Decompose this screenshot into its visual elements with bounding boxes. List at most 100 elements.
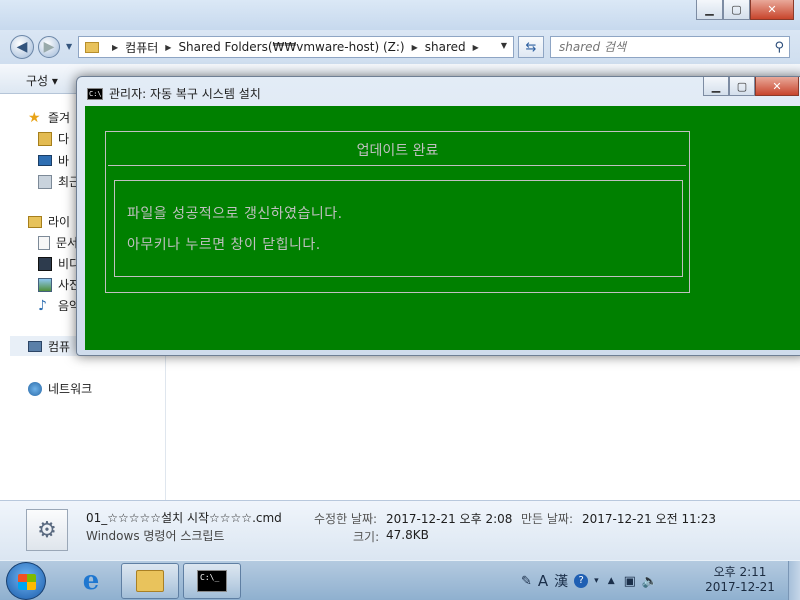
cmd-maximize-button[interactable]: ▢: [729, 77, 755, 96]
show-hidden-icons-icon[interactable]: ▲: [608, 576, 615, 586]
address-dropdown-icon[interactable]: ▼: [501, 41, 507, 50]
refresh-icon: ⇆: [525, 39, 537, 55]
documents-icon: [38, 235, 50, 250]
details-pane: ⚙ 01_☆☆☆☆☆설치 시작☆☆☆☆.cmd Windows 명령어 스크립트…: [0, 500, 800, 560]
nav-computer-label: 컴퓨: [48, 339, 71, 354]
clock-date: 2017-12-21: [705, 580, 775, 594]
breadcrumb-shared-folders[interactable]: Shared Folders(₩₩vmware-host) (Z:): [178, 40, 404, 54]
hanja-icon[interactable]: 漢: [554, 571, 568, 591]
music-note-icon: ♪: [38, 297, 47, 314]
internet-explorer-icon: e: [82, 566, 100, 596]
nav-pictures[interactable]: 사진: [38, 276, 80, 293]
taskbar-command-prompt[interactable]: C:\_: [183, 563, 241, 599]
refresh-button[interactable]: ⇆: [518, 36, 544, 58]
downloads-folder-icon: [38, 131, 52, 146]
update-complete-title: 업데이트 완료: [356, 143, 439, 159]
taskbar-internet-explorer[interactable]: e: [62, 563, 120, 599]
nav-network-label: 네트워크: [48, 382, 93, 396]
videos-icon: [38, 256, 52, 271]
nav-recent[interactable]: 최근: [38, 173, 80, 190]
language-bar-icon[interactable]: ✎: [521, 574, 532, 589]
computer-icon: [28, 340, 42, 352]
nav-downloads-label: 다: [58, 132, 70, 146]
nav-network[interactable]: 네트워크: [28, 380, 92, 397]
windows-logo-lower-icon: [18, 582, 36, 590]
minimize-button[interactable]: ▁: [696, 0, 723, 20]
help-icon[interactable]: ?: [574, 574, 589, 588]
recent-places-icon: [38, 174, 52, 189]
nav-documents[interactable]: 문서: [38, 234, 78, 251]
chevron-right-icon[interactable]: ▶: [112, 43, 118, 52]
console-area[interactable]: 업데이트 완료 파일을 성공적으로 갱신하였습니다. 아무키나 누르면 창이 닫…: [85, 106, 800, 350]
details-modified-value: 2017-12-21 오후 2:08: [386, 512, 513, 526]
network-status-icon[interactable]: ▣: [624, 574, 636, 589]
search-input[interactable]: [559, 40, 759, 54]
show-desktop-button[interactable]: [788, 561, 800, 600]
cmd-window: C:\ 관리자: 자동 복구 시스템 설치 ▁ ▢ ✕ 업데이트 완료 파일을 …: [76, 76, 800, 356]
folder-icon: [85, 41, 99, 53]
volume-icon[interactable]: 🔈: [642, 574, 658, 589]
search-icon[interactable]: ⚲: [774, 40, 784, 55]
nav-favorites-label: 즐겨: [48, 111, 71, 125]
breadcrumb-computer[interactable]: 컴퓨터: [125, 39, 158, 56]
back-button[interactable]: ◀: [10, 35, 34, 59]
command-prompt-icon: C:\_: [197, 570, 227, 592]
clock-time: 오후 2:11: [713, 565, 767, 579]
cmd-caption-buttons: ▁ ▢ ✕: [703, 77, 799, 96]
title-divider: [108, 165, 686, 166]
cmd-icon: C:\: [87, 87, 103, 100]
folder-icon: [136, 570, 164, 592]
cmd-titlebar: C:\ 관리자: 자동 복구 시스템 설치: [87, 85, 261, 102]
libraries-icon: [28, 215, 42, 228]
star-icon: ★: [28, 109, 41, 126]
update-complete-frame: 업데이트 완료 파일을 성공적으로 갱신하였습니다. 아무키나 누르면 창이 닫…: [105, 131, 690, 293]
nav-desktop-label: 바: [58, 154, 70, 168]
breadcrumb-shared[interactable]: shared: [425, 40, 466, 54]
explorer-titlebar: ▁ ▢ ✕: [0, 0, 800, 30]
address-bar[interactable]: ▶ 컴퓨터 ▶ Shared Folders(₩₩vmware-host) (Z…: [78, 36, 514, 58]
chevron-right-icon[interactable]: ▶: [165, 43, 171, 52]
clock[interactable]: 오후 2:11 2017-12-21: [700, 565, 780, 595]
details-filename: 01_☆☆☆☆☆설치 시작☆☆☆☆.cmd: [86, 511, 282, 525]
details-size-label: 크기:: [353, 530, 380, 544]
address-row: ◀ ▶ ▼ ▶ 컴퓨터 ▶ Shared Folders(₩₩vmware-ho…: [0, 30, 800, 64]
chevron-right-icon[interactable]: ▶: [412, 43, 418, 52]
pictures-icon: [38, 277, 52, 292]
message-line-1: 파일을 성공적으로 갱신하였습니다.: [127, 206, 343, 222]
details-created-value: 2017-12-21 오전 11:23: [582, 512, 717, 526]
nav-libraries[interactable]: 라이: [28, 213, 70, 230]
details-filetype: Windows 명령어 스크립트: [86, 529, 225, 543]
cmd-window-title: 관리자: 자동 복구 시스템 설치: [109, 87, 261, 101]
details-modified-label: 수정한 날짜:: [314, 512, 378, 526]
nav-music[interactable]: ♪ 음악: [38, 297, 80, 314]
details-created-label: 만든 날짜:: [521, 512, 574, 526]
language-options-icon[interactable]: ▾: [594, 576, 599, 586]
nav-libraries-label: 라이: [48, 215, 71, 229]
close-button[interactable]: ✕: [750, 0, 794, 20]
network-icon: [28, 381, 42, 396]
cmd-minimize-button[interactable]: ▁: [703, 77, 729, 96]
taskbar-windows-explorer[interactable]: [121, 563, 179, 599]
recent-pages-dropdown-icon[interactable]: ▼: [66, 42, 72, 51]
nav-downloads[interactable]: 다: [38, 130, 69, 147]
chevron-right-icon[interactable]: ▶: [473, 43, 479, 52]
details-size-value: 47.8KB: [386, 528, 429, 542]
nav-documents-label: 문서: [56, 236, 79, 250]
desktop-icon: [38, 155, 52, 166]
system-tray: ✎ A 漢 ? ▾ ▲ ▣ 🔈: [518, 561, 661, 600]
nav-favorites[interactable]: ★ 즐겨: [28, 109, 70, 126]
forward-button[interactable]: ▶: [38, 36, 60, 58]
explorer-caption-buttons: ▁ ▢ ✕: [696, 0, 794, 20]
organize-button[interactable]: 구성 ▾: [26, 72, 58, 89]
search-box[interactable]: ⚲: [550, 36, 790, 58]
start-button[interactable]: [6, 562, 46, 600]
message-box: 파일을 성공적으로 갱신하였습니다. 아무키나 누르면 창이 닫힙니다.: [114, 180, 683, 277]
message-line-2: 아무키나 누르면 창이 닫힙니다.: [127, 237, 321, 253]
cmd-close-button[interactable]: ✕: [755, 77, 799, 96]
taskbar: e C:\_ ✎ A 漢 ? ▾ ▲ ▣ 🔈 오후 2:11 2017-12-2…: [0, 560, 800, 600]
nav-desktop[interactable]: 바: [38, 152, 69, 169]
cmd-script-gear-icon: ⚙: [26, 509, 68, 551]
maximize-button[interactable]: ▢: [723, 0, 750, 20]
input-mode-icon[interactable]: A: [538, 572, 548, 590]
nav-videos[interactable]: 비디: [38, 255, 80, 272]
